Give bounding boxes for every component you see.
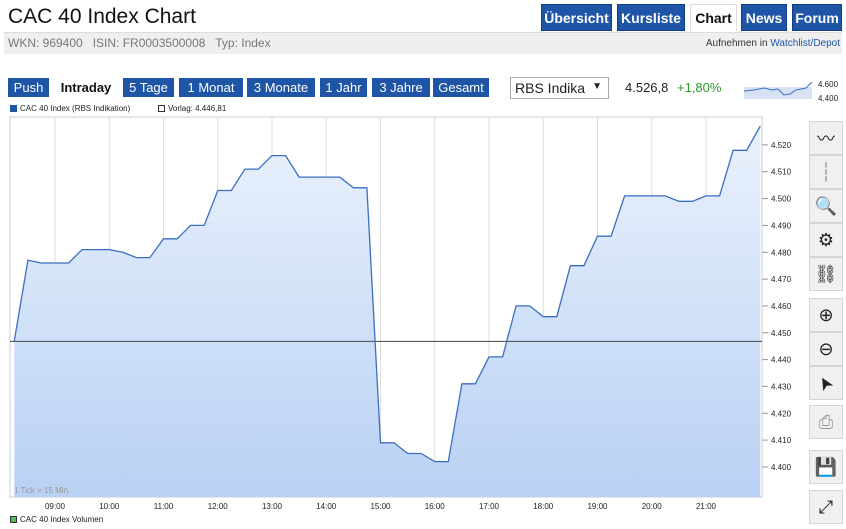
y-tick-label: 4.400 xyxy=(771,463,792,472)
y-tick-label: 4.520 xyxy=(771,141,792,150)
legend-volume-label: CAC 40 Index Volumen xyxy=(20,515,104,524)
y-tick-label: 4.480 xyxy=(771,248,792,257)
fullscreen-button[interactable]: ⤢ xyxy=(809,490,843,524)
y-tick-label: 4.510 xyxy=(771,168,792,177)
y-tick-label: 4.470 xyxy=(771,275,792,284)
analysis-zoom-button[interactable]: 🔍 xyxy=(809,189,843,223)
x-tick-label: 11:00 xyxy=(154,502,174,511)
line-chart-button[interactable]: 〰 xyxy=(809,121,843,155)
x-tick-label: 14:00 xyxy=(316,502,337,511)
settings-gears-icon: ⚙ xyxy=(817,229,835,250)
y-tick-label: 4.450 xyxy=(771,329,792,338)
fullscreen-icon: ⤢ xyxy=(818,496,834,517)
x-tick-label: 10:00 xyxy=(99,502,120,511)
pointer-icon: ➤ xyxy=(813,371,839,395)
save-icon: 💾 xyxy=(814,456,838,477)
x-tick-label: 19:00 xyxy=(587,502,608,511)
x-tick-label: 18:00 xyxy=(533,502,554,511)
print-icon: ⎙ xyxy=(818,411,834,432)
y-tick-label: 4.410 xyxy=(771,436,792,445)
y-tick-label: 4.500 xyxy=(771,195,792,204)
y-tick-label: 4.440 xyxy=(771,356,792,365)
y-tick-label: 4.420 xyxy=(771,409,792,418)
y-tick-label: 4.460 xyxy=(771,302,792,311)
x-tick-label: 17:00 xyxy=(479,502,500,511)
candlestick-icon: ┆ xyxy=(820,161,832,182)
link-icon: ⛓ xyxy=(814,263,838,284)
price-chart[interactable]: 09:00 10:00 11:00 12:00 13:00 14:00 15:00 16:00… xyxy=(0,0,800,515)
legend-volume: CAC 40 Index Volumen xyxy=(10,515,103,524)
line-chart-icon: 〰 xyxy=(817,129,835,149)
x-tick-label: 15:00 xyxy=(370,502,391,511)
zoom-out-button[interactable]: ⊖ xyxy=(809,332,843,366)
x-tick-label: 12:00 xyxy=(208,502,229,511)
x-tick-label: 16:00 xyxy=(425,502,446,511)
print-button[interactable]: ⎙ xyxy=(809,405,843,439)
mini-chart-high: 4.600 xyxy=(818,80,839,89)
analysis-zoom-icon: 🔍 xyxy=(814,195,838,216)
x-tick-label: 20:00 xyxy=(642,502,663,511)
candlestick-button[interactable]: ┆ xyxy=(809,155,843,189)
link-button[interactable]: ⛓ xyxy=(809,257,843,291)
save-button[interactable]: 💾 xyxy=(809,450,843,484)
y-tick-label: 4.430 xyxy=(771,382,792,391)
mini-chart-low: 4.400 xyxy=(818,94,839,103)
settings-gears-button[interactable]: ⚙ xyxy=(809,223,843,257)
tick-note: 1 Tick = 15 Min. xyxy=(14,486,71,495)
zoom-in-icon: ⊕ xyxy=(818,304,834,325)
pointer-button[interactable]: ➤ xyxy=(809,366,843,400)
zoom-in-button[interactable]: ⊕ xyxy=(809,298,843,332)
y-tick-label: 4.490 xyxy=(771,221,792,230)
legend-swatch xyxy=(10,516,17,524)
zoom-out-icon: ⊖ xyxy=(818,338,834,359)
x-tick-label: 21:00 xyxy=(696,502,717,511)
x-tick-label: 09:00 xyxy=(45,502,66,511)
x-tick-label: 13:00 xyxy=(262,502,283,511)
